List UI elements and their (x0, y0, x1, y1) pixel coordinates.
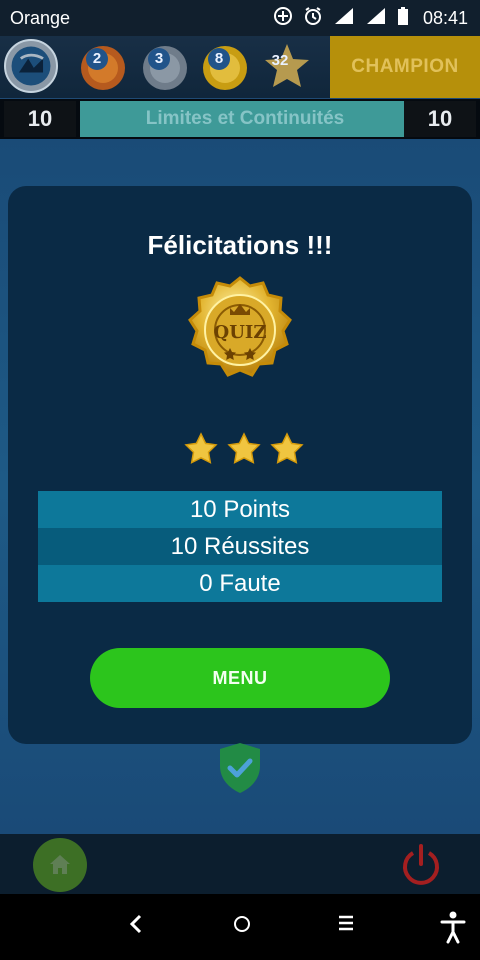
alarm-icon (303, 6, 323, 31)
data-saver-icon (273, 6, 293, 31)
recent-apps-icon[interactable] (336, 912, 356, 940)
top-bar: 2 3 8 32 CHAMPION (0, 36, 480, 98)
carrier-name: Orange (10, 8, 71, 28)
results-table: 10 Points 10 Réussites 0 Faute (38, 491, 442, 602)
badge-text: QUIZ (214, 322, 267, 343)
accessibility-icon[interactable] (438, 910, 468, 944)
mistakes-line: 0 Faute (38, 565, 442, 602)
medal-count: 2 (86, 48, 108, 70)
silver-medal[interactable]: 3 (140, 40, 190, 94)
power-icon[interactable] (398, 842, 444, 888)
status-bar: Orange 08:41 (0, 0, 480, 36)
home-button[interactable] (33, 838, 87, 892)
signal-icon (365, 6, 387, 31)
star-icon (184, 432, 218, 464)
signal-icon (333, 6, 355, 31)
success-line: 10 Réussites (38, 528, 442, 565)
star-icon (270, 432, 304, 464)
star-icon (227, 432, 261, 464)
quiz-badge-icon: QUIZ (188, 276, 292, 377)
back-icon[interactable] (128, 912, 144, 942)
menu-button[interactable]: MENU (90, 648, 390, 708)
bronze-medal[interactable]: 2 (78, 40, 128, 94)
right-score: 10 (404, 101, 476, 137)
medal-count: 8 (208, 48, 230, 70)
star-medal[interactable]: 32 (262, 40, 312, 94)
star-rating (184, 432, 304, 468)
left-score: 10 (4, 101, 76, 137)
avatar[interactable] (4, 39, 58, 93)
champion-badge[interactable]: CHAMPION (330, 36, 480, 98)
home-icon (50, 855, 70, 874)
chapter-title: Limites et Continuités (80, 101, 410, 137)
shield-check-icon (220, 743, 260, 793)
congrats-title: Félicitations !!! (147, 230, 333, 260)
level-bar: 10 Limites et Continuités 10 (0, 99, 480, 139)
medal-count: 32 (271, 52, 289, 69)
home-nav-icon[interactable] (230, 912, 254, 942)
battery-icon (397, 6, 409, 31)
medal-count: 3 (148, 48, 170, 70)
clock: 08:41 (422, 8, 468, 28)
gold-medal[interactable]: 8 (200, 40, 250, 94)
result-card: Félicitations !!! QUIZ 10 Points 10 Réus… (8, 186, 472, 744)
status-icons: 08:41 (273, 6, 468, 31)
points-line: 10 Points (38, 491, 442, 528)
